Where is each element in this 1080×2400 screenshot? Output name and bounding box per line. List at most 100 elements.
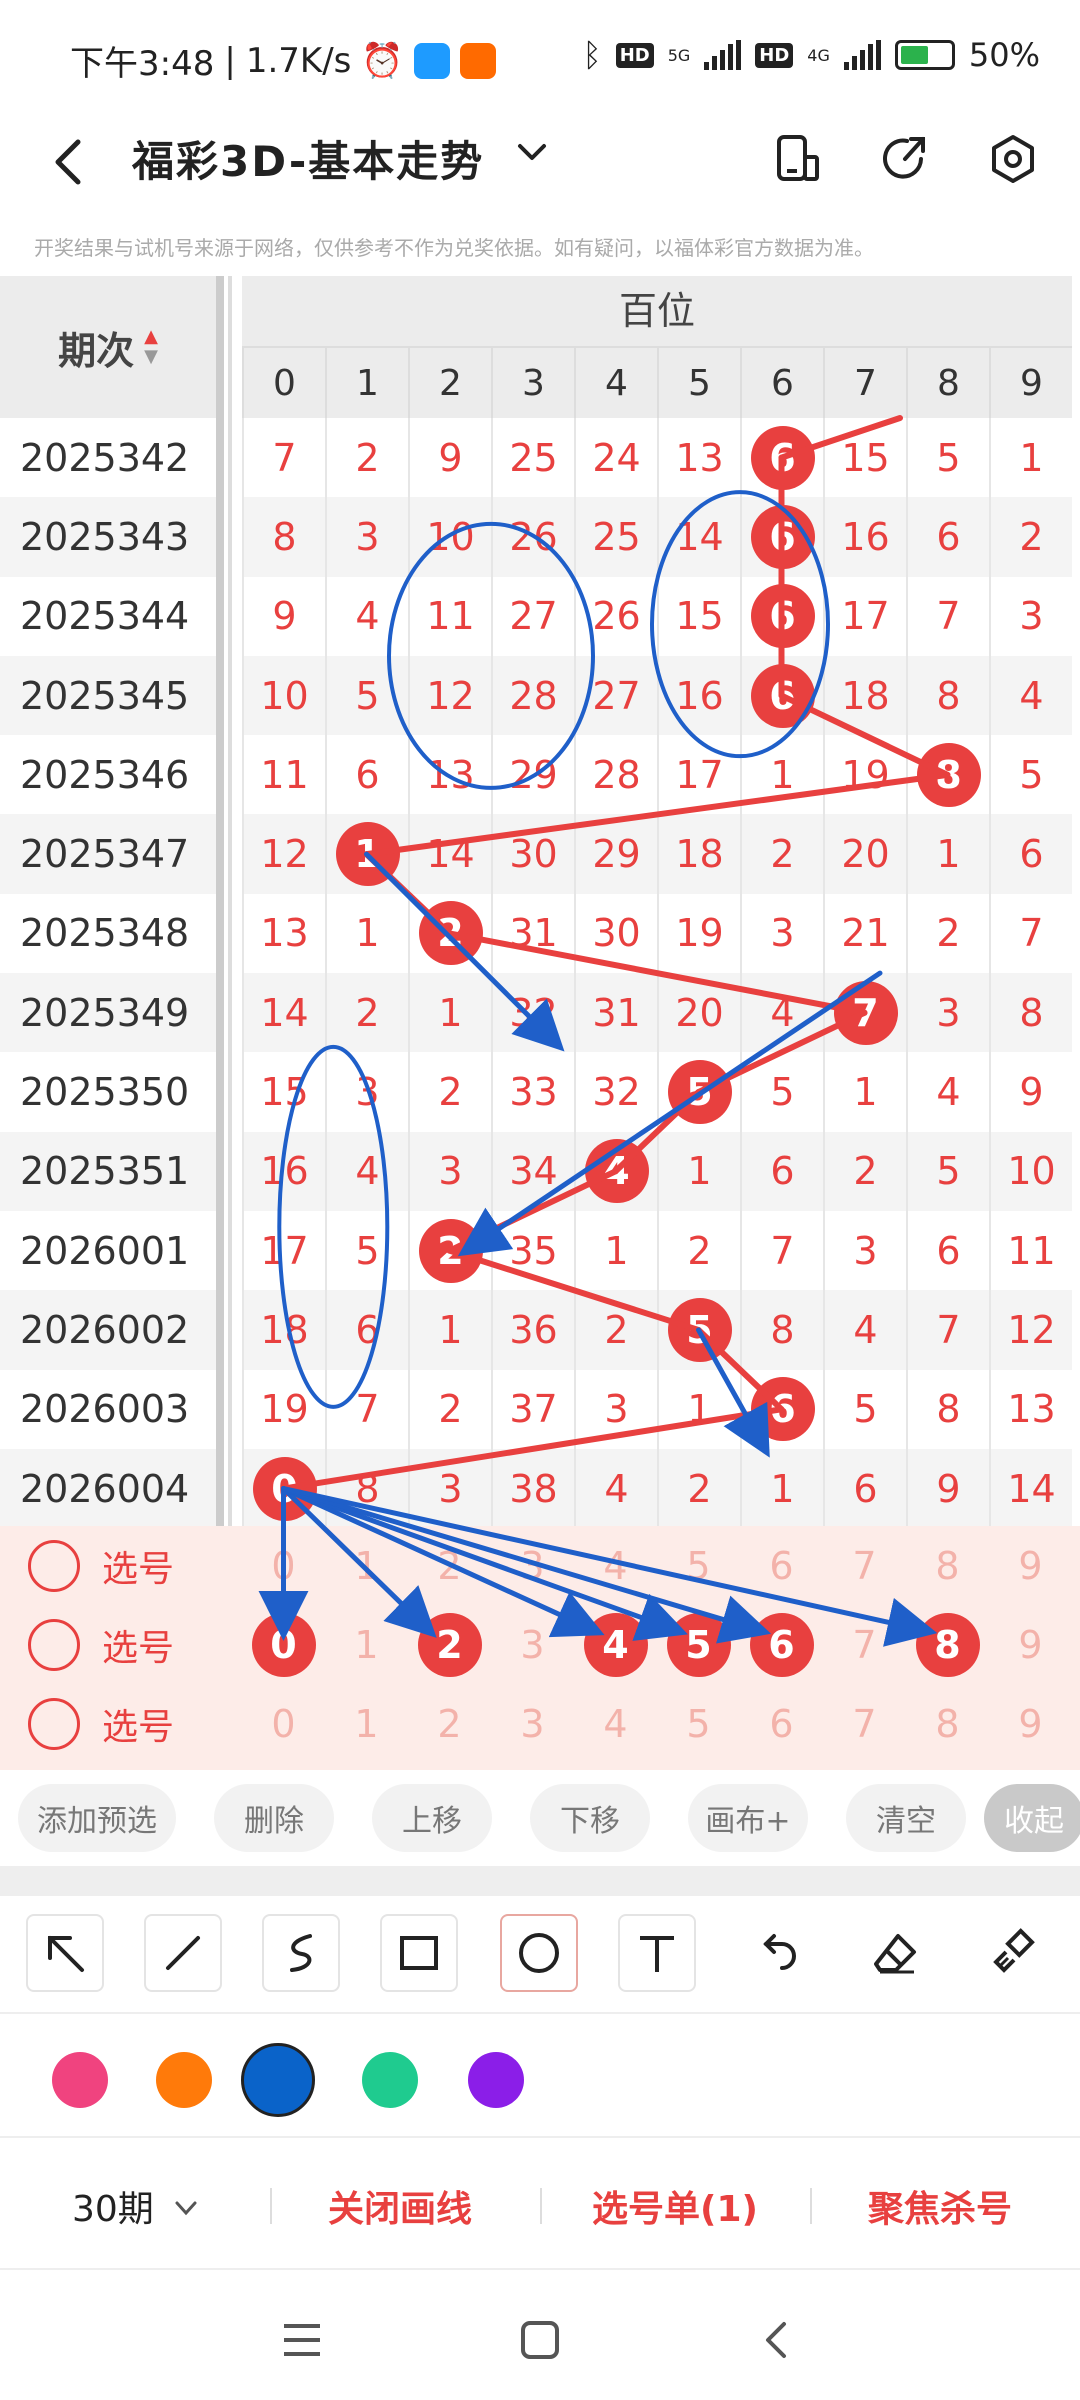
selected-ball[interactable]: 2	[417, 1612, 482, 1677]
omission-cell: 8	[906, 1369, 989, 1449]
chevron-down-icon[interactable]	[512, 132, 552, 181]
pick-digit[interactable]: 6	[740, 1685, 823, 1764]
pick-digit[interactable]: 1	[325, 1526, 408, 1605]
pick-digit-selected[interactable]: 4	[574, 1605, 657, 1684]
pick-digit[interactable]: 2	[408, 1526, 491, 1605]
period-count-select[interactable]: 30期	[72, 2180, 201, 2232]
selected-ball[interactable]: 6	[749, 1612, 814, 1677]
pick-digit[interactable]: 9	[989, 1685, 1072, 1764]
sort-icon[interactable]: ▲ ▼	[144, 327, 158, 367]
omission-cell: 4	[574, 1448, 657, 1529]
close-lines-button[interactable]: 关闭画线	[328, 2180, 472, 2232]
add-preselect-button[interactable]: 添加预选	[18, 1784, 176, 1852]
menu-icon[interactable]	[272, 2310, 332, 2370]
pick-digit[interactable]: 3	[491, 1685, 574, 1764]
clear-button[interactable]: 清空	[846, 1784, 966, 1852]
pick-digit[interactable]: 4	[574, 1526, 657, 1605]
hd-icon: HD	[615, 42, 654, 68]
signal-icon	[704, 40, 742, 70]
pick-digit[interactable]: 5	[657, 1526, 740, 1605]
pick-list-button[interactable]: 选号单(1)	[592, 2180, 758, 2232]
back-arrow-icon[interactable]	[40, 132, 100, 192]
radio-circle-icon[interactable]	[28, 1539, 80, 1592]
section-title: 百位	[242, 276, 1072, 346]
pick-digit[interactable]: 7	[823, 1526, 906, 1605]
canvas-plus-button[interactable]: 画布+	[688, 1784, 808, 1852]
pick-select-toggle[interactable]: 选号	[0, 1605, 216, 1684]
brush-clear-icon[interactable]	[974, 1914, 1052, 1992]
pick-digit[interactable]: 1	[325, 1685, 408, 1764]
hexagon-settings-icon[interactable]	[978, 124, 1048, 194]
pick-digit[interactable]: 6	[740, 1526, 823, 1605]
period-cell: 2026003	[20, 1387, 190, 1432]
omission-cell: 18	[657, 814, 740, 894]
arrow-tool-icon[interactable]	[26, 1914, 104, 1992]
omission-cell: 2	[408, 1369, 491, 1449]
pick-digit-selected[interactable]: 6	[740, 1605, 823, 1684]
layout-icon[interactable]	[762, 124, 832, 194]
pick-digit[interactable]: 8	[906, 1526, 989, 1605]
omission-cell: 8	[740, 1290, 823, 1370]
digit-header: 9	[989, 348, 1072, 418]
pick-digit-selected[interactable]: 8	[906, 1605, 989, 1684]
pick-digit[interactable]: 3	[491, 1526, 574, 1605]
pick-digit[interactable]: 9	[989, 1605, 1072, 1684]
selected-ball[interactable]: 5	[666, 1612, 731, 1677]
pick-digit[interactable]: 0	[242, 1526, 325, 1605]
pick-digit[interactable]: 7	[823, 1685, 906, 1764]
pick-digit[interactable]: 4	[574, 1685, 657, 1764]
freehand-tool-icon[interactable]	[262, 1914, 340, 1992]
pick-digit[interactable]: 7	[823, 1605, 906, 1684]
rectangle-tool-icon[interactable]	[380, 1914, 458, 1992]
pick-digit[interactable]: 8	[906, 1685, 989, 1764]
pick-select-toggle[interactable]: 选号	[0, 1526, 216, 1605]
hit-cell: 5	[657, 1290, 740, 1370]
undo-icon[interactable]	[738, 1914, 816, 1992]
pick-digit[interactable]: 0	[242, 1685, 325, 1764]
period-header[interactable]: 期次 ▲ ▼	[0, 276, 216, 418]
omission-cell: 14	[657, 497, 740, 577]
pick-digit[interactable]: 3	[491, 1605, 574, 1684]
selected-ball[interactable]: 4	[583, 1612, 648, 1677]
pick-select-toggle[interactable]: 选号	[0, 1685, 216, 1764]
selected-ball[interactable]: 8	[915, 1612, 980, 1677]
color-swatch[interactable]	[156, 2052, 212, 2108]
omission-cell: 11	[408, 576, 491, 656]
color-swatch[interactable]	[52, 2052, 108, 2108]
radio-circle-icon[interactable]	[28, 1698, 80, 1751]
omission-cell: 6	[906, 1210, 989, 1291]
omission-cell: 19	[657, 893, 740, 974]
focus-kill-button[interactable]: 聚焦杀号	[868, 2180, 1012, 2232]
circle-tool-icon[interactable]	[500, 1914, 578, 1992]
radio-circle-icon[interactable]	[28, 1618, 80, 1671]
pick-digit-selected[interactable]: 5	[657, 1605, 740, 1684]
pick-digit[interactable]: 5	[657, 1685, 740, 1764]
hit-cell: 6	[740, 655, 823, 736]
collapse-button[interactable]: 收起	[984, 1784, 1080, 1852]
home-icon[interactable]	[510, 2310, 570, 2370]
line-tool-icon[interactable]	[144, 1914, 222, 1992]
selected-ball[interactable]: 0	[251, 1612, 316, 1677]
omission-cell: 32	[491, 973, 574, 1053]
hit-ball: 6	[750, 584, 815, 649]
color-swatch[interactable]	[241, 2043, 315, 2117]
move-down-button[interactable]: 下移	[530, 1784, 650, 1852]
color-swatch[interactable]	[362, 2052, 418, 2108]
move-up-button[interactable]: 上移	[372, 1784, 492, 1852]
omission-cell: 3	[740, 893, 823, 974]
delete-button[interactable]: 删除	[214, 1784, 334, 1852]
trend-table[interactable]: 期次 ▲ ▼ 2025342 2025343 2025344 2025345 202534…	[0, 276, 1080, 1770]
color-swatch[interactable]	[468, 2052, 524, 2108]
pick-digit-selected[interactable]: 0	[242, 1605, 325, 1684]
eraser-icon[interactable]	[856, 1914, 934, 1992]
omission-cell: 5	[989, 735, 1072, 815]
pick-digit[interactable]: 2	[408, 1685, 491, 1764]
pick-digit-selected[interactable]: 2	[408, 1605, 491, 1684]
text-tool-icon[interactable]	[618, 1914, 696, 1992]
pick-digit[interactable]: 1	[325, 1605, 408, 1684]
back-nav-icon[interactable]	[748, 2310, 808, 2370]
share-icon[interactable]	[870, 124, 940, 194]
pick-label: 选号	[102, 1707, 175, 1749]
page-title[interactable]: 福彩3D-基本走势	[132, 128, 484, 189]
pick-digit[interactable]: 9	[989, 1526, 1072, 1605]
